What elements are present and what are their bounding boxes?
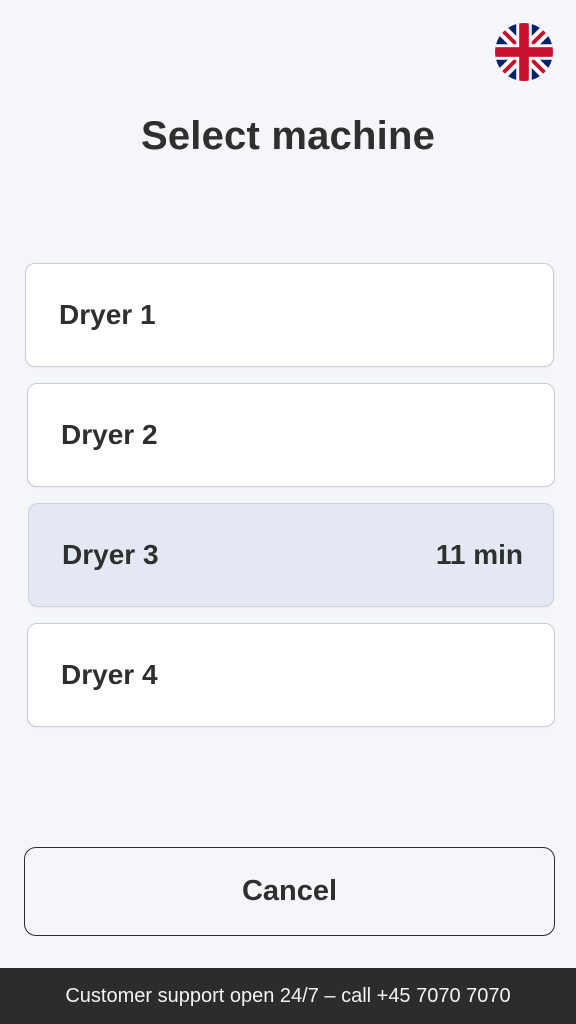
machine-name: Dryer 2 [61, 419, 158, 450]
machine-name: Dryer 1 [59, 299, 156, 330]
machine-item-dryer-1[interactable]: Dryer 1 [25, 263, 554, 367]
machine-item-dryer-4[interactable]: Dryer 4 [27, 623, 555, 727]
page-title: Select machine [140, 114, 436, 158]
uk-flag-icon[interactable] [495, 23, 553, 81]
machine-list: Dryer 1 Dryer 2 Dryer 3 11 min Dryer 4 [0, 0, 576, 727]
machine-remaining-time: 11 min [435, 539, 523, 570]
support-footer: Customer support open 24/7 – call +45 70… [0, 968, 576, 1024]
machine-name: Dryer 3 [62, 539, 159, 570]
machine-name: Dryer 4 [61, 659, 158, 690]
machine-item-dryer-2[interactable]: Dryer 2 [27, 383, 555, 487]
support-text: Customer support open 24/7 – call +45 70… [65, 984, 511, 1007]
machine-item-dryer-3[interactable]: Dryer 3 11 min [28, 503, 554, 607]
uk-flag-graphic [495, 23, 553, 81]
cancel-button[interactable]: Cancel [24, 847, 555, 936]
